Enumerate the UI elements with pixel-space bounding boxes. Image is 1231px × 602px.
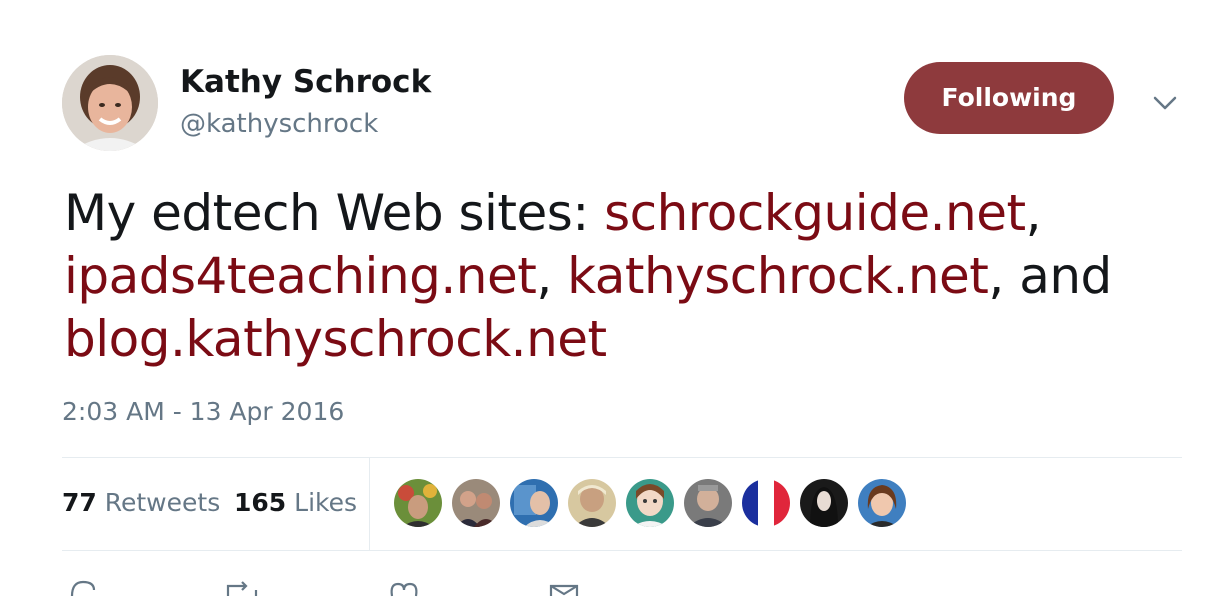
likes-stat[interactable]: 165 Likes: [234, 487, 357, 519]
retweet-icon[interactable]: [224, 578, 260, 602]
author-name[interactable]: Kathy Schrock: [180, 63, 431, 101]
tweet-text-prefix: My edtech Web sites:: [64, 184, 605, 242]
tweet-text-separator: ,: [536, 247, 568, 305]
following-button[interactable]: Following: [904, 62, 1114, 134]
liker-avatar[interactable]: [510, 479, 558, 527]
retweets-count: 77: [62, 488, 97, 517]
link-ipads4teaching[interactable]: ipads4teaching.net: [64, 247, 537, 305]
link-kathyschrock[interactable]: kathyschrock.net: [567, 247, 989, 305]
liker-avatar[interactable]: [858, 479, 906, 527]
tweet-text-separator: ,: [1025, 184, 1042, 242]
retweets-label: Retweets: [104, 488, 221, 517]
liker-avatar[interactable]: [452, 479, 500, 527]
chevron-down-icon[interactable]: [1150, 88, 1180, 118]
tweet-text-separator: , and: [988, 247, 1112, 305]
author-handle[interactable]: @kathyschrock: [180, 108, 378, 140]
tweet-text: My edtech Web sites: schrockguide.net, i…: [64, 182, 1174, 371]
tweet-timestamp[interactable]: 2:03 AM - 13 Apr 2016: [62, 396, 344, 428]
divider: [62, 457, 1182, 458]
liker-avatar[interactable]: [800, 479, 848, 527]
liker-avatar[interactable]: [626, 479, 674, 527]
message-icon[interactable]: [548, 578, 580, 602]
reply-icon[interactable]: [68, 578, 98, 602]
link-blog-kathyschrock[interactable]: blog.kathyschrock.net: [64, 310, 607, 368]
like-icon[interactable]: [388, 578, 420, 602]
stats-divider: [369, 458, 370, 550]
liker-avatar[interactable]: [684, 479, 732, 527]
liker-avatar[interactable]: [742, 479, 790, 527]
divider: [62, 550, 1182, 551]
author-avatar[interactable]: [62, 55, 158, 151]
likes-label: Likes: [294, 488, 358, 517]
author-avatar-image: [62, 55, 158, 151]
retweets-stat[interactable]: 77 Retweets: [62, 487, 220, 519]
likes-count: 165: [234, 488, 287, 517]
liker-avatar[interactable]: [394, 479, 442, 527]
liker-avatar[interactable]: [568, 479, 616, 527]
link-schrockguide[interactable]: schrockguide.net: [604, 184, 1026, 242]
